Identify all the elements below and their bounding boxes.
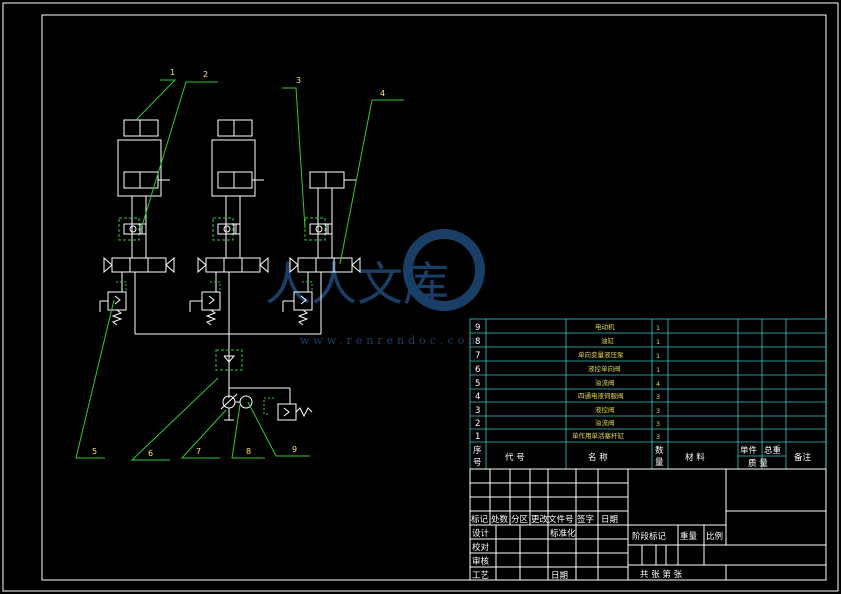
bom-row-name: 油缸 — [601, 336, 615, 345]
tb-process: 工艺 — [472, 571, 489, 581]
bom-header-seq: 序 — [473, 445, 482, 456]
bom-row: 2 溢流阀 3 — [475, 418, 660, 429]
tb-count: 处数 — [491, 514, 509, 525]
branch-1 — [99, 119, 175, 334]
tb-date: 日期 — [601, 515, 618, 525]
bom-row-qty: 3 — [656, 433, 660, 441]
bom-header-total-weight: 总重 — [764, 445, 782, 456]
balloon-9: 9 — [292, 445, 297, 454]
bom-row-name: 溢流阀 — [595, 418, 615, 427]
bom-header-remark: 备注 — [794, 452, 812, 463]
branch-2 — [189, 119, 269, 334]
tb-zone: 分区 — [511, 515, 529, 525]
bom-row-name: 电动机 — [595, 322, 615, 331]
bom-row-qty: 1 — [656, 366, 660, 374]
bom-row-no: 4 — [475, 392, 480, 402]
bom-row-qty: 1 — [656, 352, 660, 360]
bom-header-code: 代 号 — [505, 452, 525, 463]
balloon-1: 1 — [170, 68, 175, 77]
bom-row-qty: 3 — [656, 407, 660, 415]
bom-header-material: 材 料 — [685, 452, 705, 463]
bom-header-unit-weight: 单件 — [740, 445, 758, 456]
servo-valve-2 — [197, 256, 269, 274]
balloon-2: 2 — [203, 70, 208, 79]
bom-header-qty-2: 量 — [655, 458, 664, 468]
bom-header-qty: 数 — [655, 445, 664, 456]
relief-valve-2 — [201, 291, 221, 311]
tb-weight: 重量 — [680, 531, 698, 542]
relief-valve-4 — [277, 403, 297, 421]
bom-header-weight: 质 量 — [748, 458, 768, 469]
bom-row: 3 液控阀 3 — [475, 405, 660, 416]
title-block: 标记 处数 分区 更改文件号 签字 日期 设计 标准化 校对 审核 工艺 日期 … — [469, 468, 827, 581]
bom-row: 9 电动机 1 — [475, 322, 660, 333]
bom-row-no: 2 — [475, 419, 480, 429]
bom-row: 5 溢流阀 4 — [475, 378, 660, 389]
bom-row: 6 液控单向阀 1 — [475, 364, 660, 375]
tb-standard: 标准化 — [550, 528, 576, 539]
tb-stage: 阶段标记 — [632, 531, 667, 542]
bom-header-name: 名 称 — [588, 452, 608, 463]
bom-row-qty: 4 — [656, 380, 660, 388]
bom-row-qty: 3 — [656, 393, 660, 401]
watermark: 人人文库 www.renrendoc.com — [265, 229, 485, 347]
bom-row-qty: 3 — [656, 420, 660, 428]
bom-header-seq-2: 号 — [473, 458, 482, 468]
tb-check: 校对 — [472, 542, 490, 553]
bom-row-no: 1 — [475, 432, 480, 442]
bom-row-no: 3 — [475, 406, 480, 416]
bom-row-name: 四通电液伺服阀 — [578, 391, 624, 400]
bom-row: 7 单向变量液压泵 1 — [475, 350, 660, 361]
balloon-3: 3 — [296, 76, 301, 85]
tb-mark: 标记 — [471, 514, 489, 525]
servo-valve-1 — [103, 256, 175, 274]
bom-row-name: 单向变量液压泵 — [578, 350, 624, 359]
tb-signature: 签字 — [577, 514, 594, 525]
balloon-8: 8 — [246, 447, 251, 456]
drawing-canvas: 人人文库 www.renrendoc.com 1 2 3 4 5 6 7 8 9… — [2, 2, 839, 592]
bom-row: 4 四通电液伺服阀 3 — [475, 391, 660, 402]
bom-row-qty: 1 — [656, 338, 660, 346]
bom-table: 9 电动机 1 8 油缸 1 7 单向变量液压泵 1 6 液控单向阀 1 5 溢… — [469, 318, 827, 470]
bom-row-no: 6 — [475, 365, 480, 375]
bom-row: 1 单作用单活塞杆缸 3 — [475, 431, 660, 442]
bom-row-no: 9 — [475, 323, 480, 333]
bom-row-no: 5 — [475, 379, 480, 389]
tb-change-doc: 更改文件号 — [531, 514, 574, 525]
watermark-title: 人人文库 — [265, 257, 449, 311]
balloon-4: 4 — [380, 89, 385, 98]
balloon-5: 5 — [92, 447, 97, 456]
balloon-7: 7 — [196, 447, 201, 456]
bom-row-no: 7 — [475, 351, 480, 361]
tb-scale: 比例 — [706, 531, 723, 542]
balloon-6: 6 — [148, 449, 153, 458]
bom-row-name: 溢流阀 — [595, 378, 615, 387]
relief-valve-1 — [107, 291, 127, 311]
bom-row-no: 8 — [475, 337, 480, 347]
bom-row-name: 单作用单活塞杆缸 — [572, 431, 625, 440]
tb-sheets: 共 张 第 张 — [640, 569, 683, 580]
tb-review: 审核 — [472, 556, 490, 567]
bom-row-qty: 1 — [656, 324, 660, 332]
bom-row: 8 油缸 1 — [475, 336, 660, 347]
tb-design: 设计 — [472, 528, 490, 539]
watermark-url: www.renrendoc.com — [300, 334, 483, 347]
bom-row-name: 液控单向阀 — [588, 364, 621, 373]
tb-date-2: 日期 — [551, 571, 568, 581]
bom-row-name: 液控阀 — [595, 405, 615, 414]
